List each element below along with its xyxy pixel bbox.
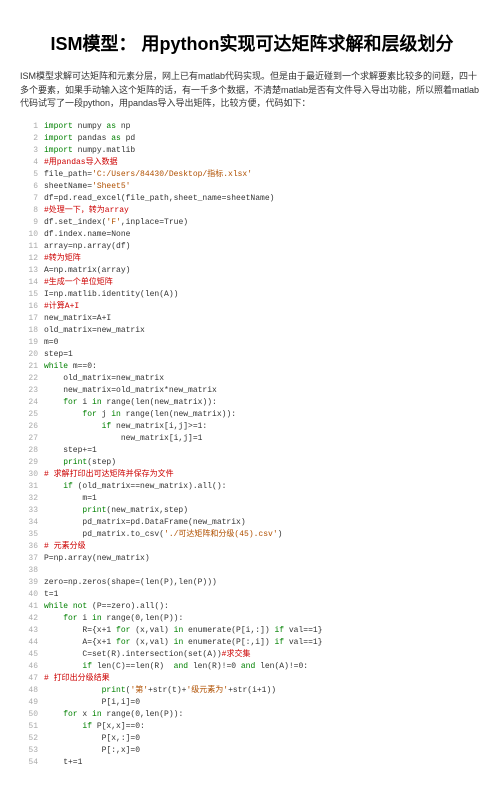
intro-paragraph: ISM模型求解可达矩阵和元素分层，网上已有matlab代码实现。但是由于最近碰到… (20, 70, 484, 111)
page-title: ISM模型： 用python实现可达矩阵求解和层级划分 (20, 30, 484, 56)
code-block: 1import numpy as np 2import pandas as pd… (20, 121, 484, 769)
